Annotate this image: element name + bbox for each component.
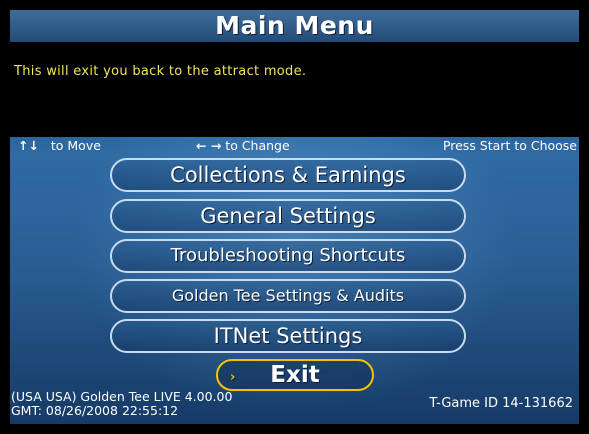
move-hint-label: to Move	[50, 138, 101, 153]
page-title: Main Menu	[10, 10, 579, 42]
message-text: This will exit you back to the attract m…	[14, 64, 307, 79]
version-text: (USA USA) Golden Tee LIVE 4.00.00	[11, 389, 233, 404]
footer-info: (USA USA) Golden Tee LIVE 4.00.00 GMT: 0…	[11, 390, 232, 418]
menu-item-collections-earnings[interactable]: Collections & Earnings	[110, 158, 466, 192]
menu-item-itnet-settings[interactable]: ITNet Settings	[110, 319, 466, 353]
move-hint: ↑↓ to Move	[18, 138, 101, 153]
up-down-arrows-icon: ↑↓	[18, 138, 39, 153]
gmt-timestamp: GMT: 08/26/2008 22:55:12	[11, 403, 179, 418]
choose-hint: Press Start to Choose	[442, 138, 577, 153]
selection-arrow-icon: ›	[230, 370, 236, 385]
controls-hint-row: ↑↓ to Move ← → to Change Press Start to …	[10, 137, 579, 155]
menu-item-exit[interactable]: › Exit	[216, 359, 374, 391]
menu-item-troubleshooting-shortcuts[interactable]: Troubleshooting Shortcuts	[110, 239, 466, 273]
left-right-arrows-icon: ← →	[196, 138, 222, 153]
message-panel: This will exit you back to the attract m…	[10, 42, 579, 137]
change-hint: ← → to Change	[196, 138, 290, 153]
game-screen: Main Menu This will exit you back to the…	[0, 0, 589, 434]
menu-item-general-settings[interactable]: General Settings	[110, 199, 466, 233]
menu-item-golden-tee-settings-audits[interactable]: Golden Tee Settings & Audits	[110, 279, 466, 313]
game-id-text: T-Game ID 14-131662	[429, 396, 573, 411]
exit-label: Exit	[270, 362, 320, 388]
change-hint-label: to Change	[225, 138, 290, 153]
